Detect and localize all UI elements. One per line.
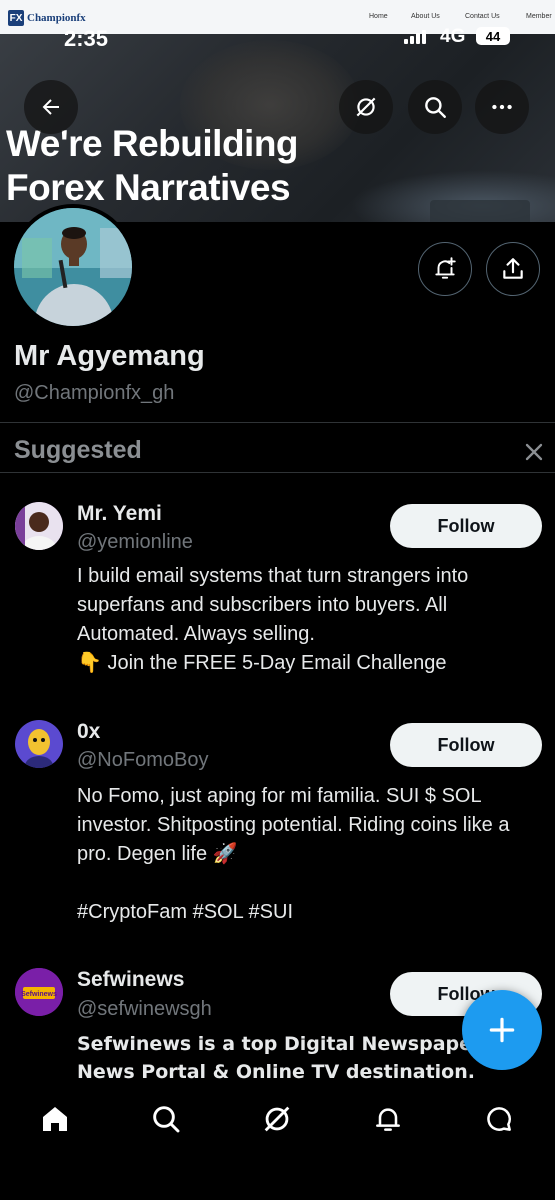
banner-nav-about: About Us [411, 13, 440, 20]
search-icon [153, 1106, 180, 1133]
account-bio: I build email systems that turn stranger… [77, 565, 469, 674]
banner-nav-member: Member [526, 13, 552, 20]
divider [0, 422, 555, 423]
back-button[interactable] [24, 80, 78, 134]
share-icon [503, 258, 523, 279]
share-button[interactable] [486, 242, 540, 296]
status-time: 2:35 [64, 26, 109, 51]
grok-icon [356, 97, 376, 117]
banner-headline: We're Rebuilding Forex Narratives [6, 123, 299, 208]
close-icon [525, 443, 543, 461]
tab-messages[interactable] [482, 1102, 516, 1136]
network-type: 4G [440, 26, 466, 47]
plus-icon [489, 1017, 515, 1043]
home-icon [43, 1107, 67, 1131]
avatar[interactable] [15, 720, 63, 768]
grok-button[interactable] [339, 80, 393, 134]
championfx-logo: FX Championfx [8, 10, 86, 26]
account-handle: @sefwinewsgh [77, 998, 212, 1020]
account-handle: @yemionline [77, 531, 193, 553]
close-suggested-button[interactable] [520, 438, 548, 466]
banner-nav-home: Home [369, 13, 388, 20]
account-name: Sefwinews [77, 968, 185, 991]
bell-icon [376, 1108, 400, 1131]
account-bio: No Fomo, just aping for mi familia. SUI … [77, 785, 510, 923]
avatar[interactable] [15, 502, 63, 550]
account-name: 0x [77, 720, 101, 743]
battery-icon: 44 [476, 27, 510, 45]
more-dots-icon [492, 104, 512, 110]
more-button[interactable] [475, 80, 529, 134]
signal-icon [404, 30, 426, 44]
banner-nav-contact: Contact Us [465, 13, 500, 20]
bottom-tab-bar [0, 1082, 555, 1200]
account-handle: @NoFomoBoy [77, 749, 209, 771]
divider [0, 472, 555, 473]
tab-notifications[interactable] [371, 1102, 405, 1136]
search-icon [425, 97, 446, 118]
tab-grok[interactable] [260, 1102, 294, 1136]
tab-search[interactable] [149, 1102, 183, 1136]
arrow-left-icon [42, 99, 59, 115]
avatar[interactable]: Sefwinews [15, 968, 63, 1016]
account-name: Mr. Yemi [77, 502, 162, 525]
bell-plus-icon [435, 257, 456, 279]
svg-text:Sefwinews: Sefwinews [21, 991, 57, 998]
search-button[interactable] [408, 80, 462, 134]
compose-button[interactable] [462, 990, 542, 1070]
notify-button[interactable] [418, 242, 472, 296]
grok-icon [264, 1106, 290, 1132]
tab-home[interactable] [38, 1102, 72, 1136]
follow-button[interactable]: Follow [390, 504, 542, 548]
messages-icon [487, 1107, 512, 1131]
profile-name: Mr Agyemang [14, 340, 205, 372]
suggested-title: Suggested [14, 436, 142, 464]
follow-button[interactable]: Follow [390, 723, 542, 767]
profile-avatar[interactable] [10, 204, 136, 330]
profile-handle: @Championfx_gh [14, 382, 175, 404]
